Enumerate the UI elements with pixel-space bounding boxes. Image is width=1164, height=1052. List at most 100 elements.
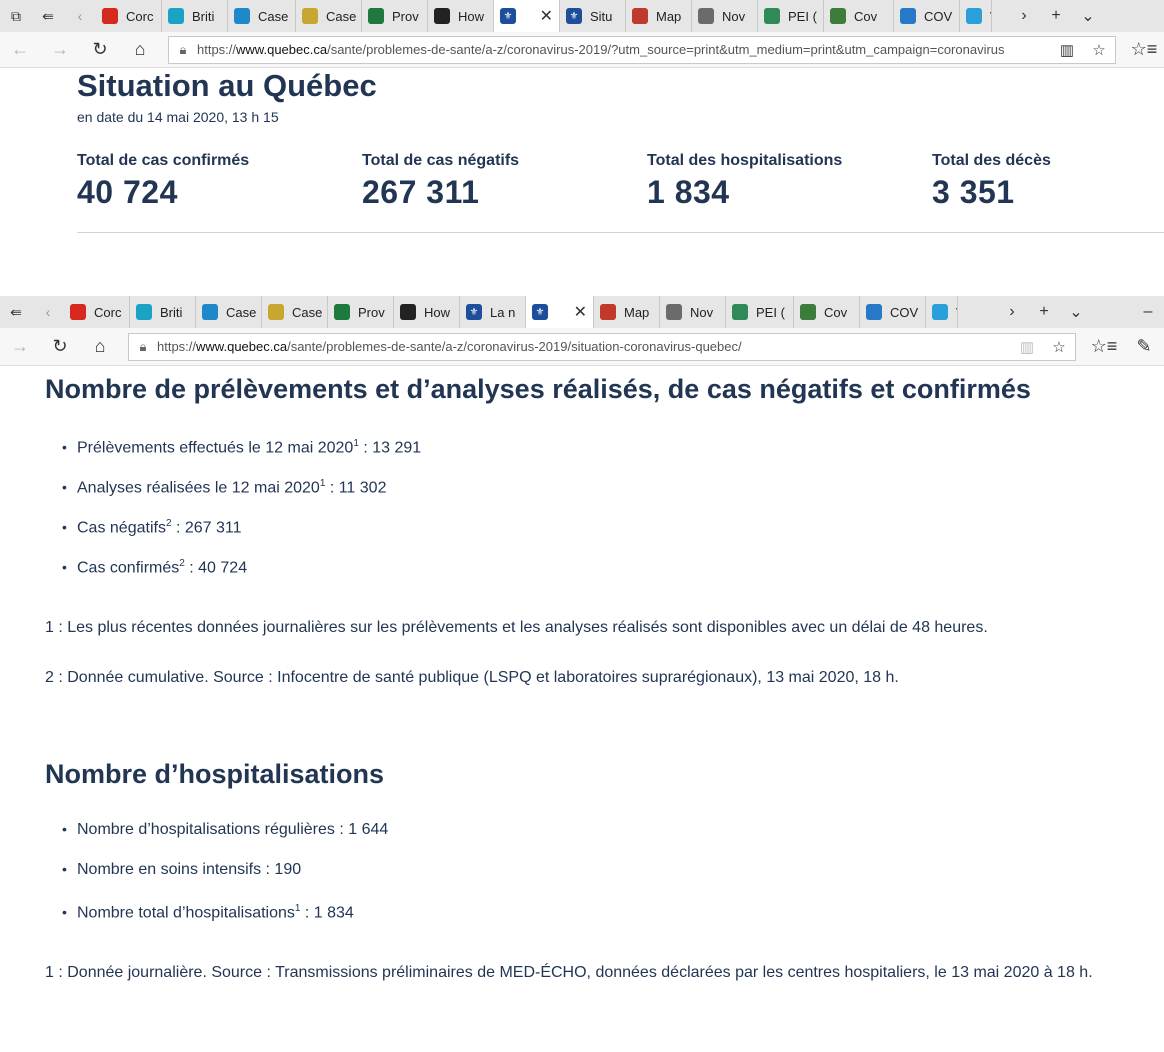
favorites-hub-icon[interactable]: ☆≡ (1084, 336, 1124, 357)
browser-tab[interactable]: How (428, 0, 494, 32)
nwt-icon (966, 8, 982, 24)
reading-view-icon[interactable]: ▥ (1051, 41, 1083, 59)
list-item: • Nombre en soins intensifs : 190 (62, 861, 302, 878)
browser-tab[interactable]: COV (860, 296, 926, 328)
browser-tab[interactable]: ⚜ ✕ (494, 0, 560, 32)
stat-value: 267 311 (362, 174, 480, 210)
browser-tab[interactable]: Case (262, 296, 328, 328)
pen-icon[interactable]: ✎ (1124, 336, 1164, 357)
minimize-icon[interactable]: – (1132, 303, 1164, 321)
browser-tab[interactable]: PEI ( (758, 0, 824, 32)
url-text[interactable]: https://www.quebec.ca/sante/problemes-de… (157, 339, 1011, 354)
alberta-icon (202, 304, 218, 320)
browser-tab[interactable]: Cov (824, 0, 894, 32)
stat-label: Total des hospitalisations (647, 152, 843, 169)
list-item: • Nombre d’hospitalisations régulières : … (62, 821, 389, 838)
favorite-star-icon[interactable]: ☆ (1083, 41, 1115, 59)
scroll-tabs-right-icon[interactable]: › (996, 303, 1028, 321)
refresh-icon[interactable]: ↻ (80, 39, 120, 60)
new-tab-icon[interactable]: + (1028, 303, 1060, 321)
scroll-tabs-left-icon[interactable]: ‹ (32, 296, 64, 328)
browser-tab[interactable]: Prov (362, 0, 428, 32)
close-tab-icon[interactable]: ✕ (530, 6, 553, 26)
browser-tab[interactable]: Case (228, 0, 296, 32)
browser-tab[interactable]: Cov (794, 296, 860, 328)
browser-tab[interactable]: How (394, 296, 460, 328)
browser-tab[interactable]: Corc (64, 296, 130, 328)
nwt-icon (932, 304, 948, 320)
browser-tab[interactable]: Nov (692, 0, 758, 32)
tab-label: Briti (160, 304, 183, 320)
browser-tab[interactable]: Nov (660, 296, 726, 328)
url-prefix: https:// (157, 339, 197, 354)
browser-tab[interactable]: Corc (96, 0, 162, 32)
browser-tab[interactable]: COV (894, 0, 960, 32)
stats-panel: Total de cas confirmés 40 724 Total de c… (77, 152, 1164, 233)
tab-label: Cov (854, 8, 878, 24)
tab-label: How (424, 304, 451, 320)
ns-icon (666, 304, 682, 320)
tab-menu-chevron-icon[interactable]: ⌄ (1060, 302, 1092, 322)
browser-tab[interactable]: PEI ( (726, 296, 794, 328)
address-bar[interactable]: 🔒︎ https://www.quebec.ca/sante/problemes… (128, 332, 1076, 361)
url-prefix: https:// (197, 42, 237, 57)
favorite-star-icon[interactable]: ☆ (1043, 338, 1075, 356)
list-item: • Cas négatifs2 : 267 311 (62, 518, 242, 537)
browser-tab[interactable]: ⚜ La n (460, 296, 526, 328)
tab-label: COV (890, 304, 919, 320)
page-title: Situation au Québec (77, 68, 377, 103)
page-content-1: Situation au Québec en date du 14 mai 20… (0, 68, 1164, 296)
tab-label: Case (258, 8, 289, 24)
set-aside-tabs-icon[interactable]: ⇚ (32, 0, 64, 32)
browser-tab[interactable]: Briti (162, 0, 228, 32)
item-value: : 40 724 (184, 559, 248, 577)
ontario-icon (434, 8, 450, 24)
browser-tab[interactable]: Prov (328, 296, 394, 328)
tab-label: PEI ( (788, 8, 817, 24)
forward-icon[interactable]: → (0, 336, 40, 357)
tab-label: PEI ( (756, 304, 785, 320)
stat-hospitalizations: Total des hospitalisations 1 834 (647, 152, 842, 211)
reading-view-icon[interactable]: ▥ (1011, 338, 1043, 356)
url-text[interactable]: https://www.quebec.ca/sante/problemes-de… (197, 42, 1051, 57)
scroll-tabs-right-icon[interactable]: › (1008, 7, 1040, 25)
browser-tab[interactable]: Map (594, 296, 660, 328)
section-heading-tests: Nombre de prélèvements et d’analyses réa… (45, 374, 1031, 404)
new-tab-icon[interactable]: + (1040, 7, 1072, 25)
tests-list: • Prélèvements effectués le 12 mai 20201 … (62, 432, 421, 592)
manitoba-icon (368, 8, 384, 24)
tab-label: Case (292, 304, 323, 320)
tab-menu-chevron-icon[interactable]: ⌄ (1072, 6, 1104, 26)
tab-label: V (990, 9, 991, 24)
browser-tab[interactable]: ⚜ Situ (560, 0, 626, 32)
browser-tab[interactable]: Map (626, 0, 692, 32)
address-bar[interactable]: 🔒︎ https://www.quebec.ca/sante/problemes… (168, 35, 1116, 64)
browser-tab[interactable]: Case (296, 0, 362, 32)
browser-tab[interactable]: Briti (130, 296, 196, 328)
tab-strip-controls: › + ⌄ – (996, 296, 1164, 328)
browser-tab[interactable]: V (926, 296, 958, 328)
stat-value: 3 351 (932, 174, 1015, 210)
favorites-hub-icon[interactable]: ☆≡ (1124, 39, 1164, 60)
nav-bar-2: → ↻ ⌂ 🔒︎ https://www.quebec.ca/sante/pro… (0, 328, 1164, 366)
home-icon[interactable]: ⌂ (120, 39, 160, 60)
close-tab-icon[interactable]: ✕ (564, 302, 587, 322)
stat-label: Total des décès (932, 152, 1051, 169)
forward-icon[interactable]: → (40, 39, 80, 60)
quebec-fleur-icon: ⚜ (566, 8, 582, 24)
set-aside-tabs-icon[interactable]: ⇚ (0, 296, 32, 328)
tab-label: Map (624, 304, 650, 320)
browser-tab[interactable]: V (960, 0, 992, 32)
refresh-icon[interactable]: ↻ (40, 336, 80, 357)
tab-list: Corc Briti Case Case Prov How ⚜ La n ⚜ ✕ Map Nov PEI… (64, 296, 958, 328)
browser-tab[interactable]: ⚜ ✕ (526, 296, 594, 328)
browser-tab[interactable]: Case (196, 296, 262, 328)
url-host: www.quebec.ca (236, 42, 328, 57)
list-item: • Nombre total d’hospitalisations1 : 1 83… (62, 903, 354, 922)
scroll-tabs-left-icon[interactable]: ‹ (64, 0, 96, 32)
back-icon[interactable]: ← (0, 39, 40, 60)
tab-actions-icon[interactable]: ⧉ (0, 0, 32, 32)
yukon-icon (900, 8, 916, 24)
alberta-icon (234, 8, 250, 24)
home-icon[interactable]: ⌂ (80, 336, 120, 357)
